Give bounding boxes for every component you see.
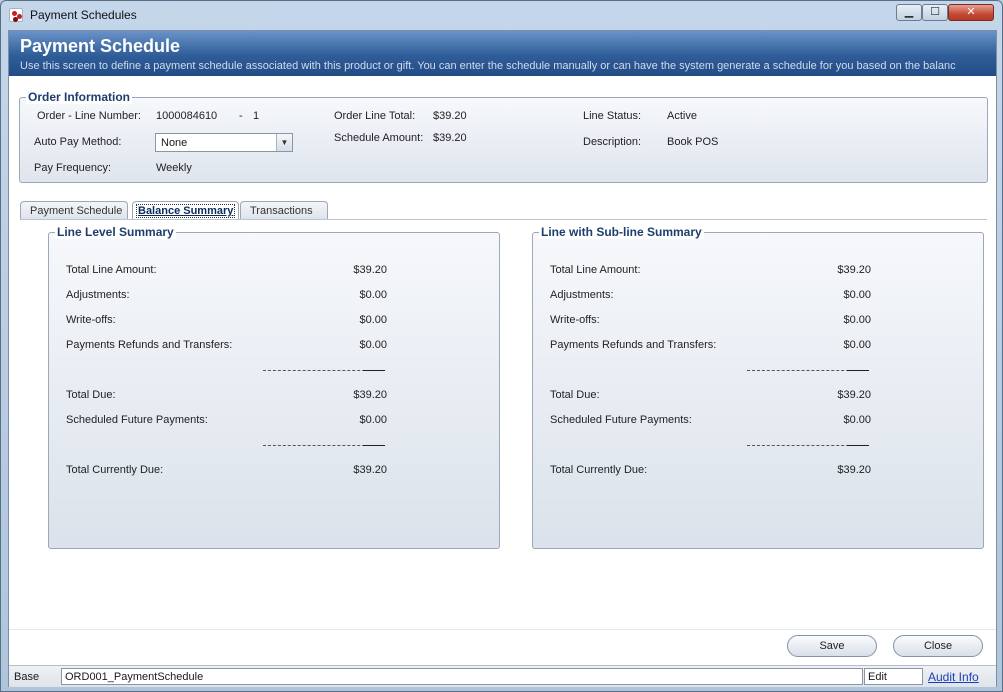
- adjustments-label: Adjustments:: [66, 289, 130, 301]
- payments-refunds-transfers-label: Payments Refunds and Transfers:: [550, 339, 717, 351]
- order-information-legend: Order Information: [26, 90, 133, 104]
- auto-pay-method-label: Auto Pay Method:: [34, 136, 122, 148]
- tab-payment-schedule[interactable]: Payment Schedule: [20, 201, 128, 220]
- pay-frequency-label: Pay Frequency:: [34, 162, 112, 174]
- page-subtitle: Use this screen to define a payment sche…: [20, 60, 956, 72]
- total-due-value: $39.20: [837, 389, 871, 401]
- write-offs-value: $0.00: [359, 314, 387, 326]
- window-title-overlay: ... 1000084 - John Smith: [129, 9, 260, 23]
- write-offs-label: Write-offs:: [66, 314, 116, 326]
- description-value: Book POS: [667, 136, 719, 148]
- line-level-summary-group: Line Level Summary Total Line Amount: $3…: [48, 225, 500, 549]
- line-number-value: 1: [253, 110, 260, 122]
- schedule-amount-value: $39.20: [433, 132, 467, 144]
- minimize-button[interactable]: ▁: [896, 4, 922, 21]
- line-level-summary-legend: Line Level Summary: [55, 225, 176, 239]
- write-offs-value: $0.00: [843, 314, 871, 326]
- total-currently-due-value: $39.20: [353, 464, 387, 476]
- adjustments-value: $0.00: [359, 289, 387, 301]
- payments-refunds-transfers-value: $0.00: [359, 339, 387, 351]
- line-status-value: Active: [667, 110, 697, 122]
- write-offs-label: Write-offs:: [550, 314, 600, 326]
- scheduled-future-payments-label: Scheduled Future Payments:: [550, 414, 692, 426]
- close-icon: ✕: [966, 6, 976, 18]
- window-title: Payment Schedules: [30, 8, 137, 22]
- title-bar[interactable]: Payment Schedules ... 1000084 - John Smi…: [1, 1, 1002, 29]
- page-title: Payment Schedule: [20, 36, 181, 56]
- maximize-button[interactable]: ☐: [922, 4, 948, 21]
- scheduled-future-payments-value: $0.00: [843, 414, 871, 426]
- total-due-value: $39.20: [353, 389, 387, 401]
- schedule-amount-label: Schedule Amount:: [334, 132, 424, 144]
- tab-label: Transactions: [250, 205, 313, 217]
- chevron-down-icon[interactable]: ▼: [276, 134, 292, 151]
- status-bar: Base ORD001_PaymentSchedule Edit Audit I…: [9, 665, 996, 687]
- total-divider: [263, 445, 385, 446]
- header-band: Payment Schedule Use this screen to defi…: [9, 31, 996, 76]
- total-line-amount-value: $39.20: [837, 264, 871, 276]
- form-id-field: ORD001_PaymentSchedule: [61, 668, 863, 685]
- pay-frequency-value: Weekly: [156, 162, 192, 174]
- total-currently-due-label: Total Currently Due:: [550, 464, 648, 476]
- auto-pay-method-select[interactable]: None ▼: [155, 133, 293, 152]
- close-window-button[interactable]: ✕: [948, 4, 994, 21]
- tab-divider: [20, 219, 987, 220]
- mode-field: Edit: [864, 668, 923, 685]
- subtotal-divider: [263, 370, 385, 371]
- subtotal-divider: [747, 370, 869, 371]
- tab-balance-summary[interactable]: Balance Summary: [132, 201, 239, 220]
- scheduled-future-payments-label: Scheduled Future Payments:: [66, 414, 208, 426]
- order-line-total-label: Order Line Total:: [334, 110, 416, 122]
- adjustments-label: Adjustments:: [550, 289, 614, 301]
- order-line-number-label: Order - Line Number:: [37, 110, 141, 122]
- sub-line-summary-group: Line with Sub-line Summary Total Line Am…: [532, 225, 984, 549]
- total-due-label: Total Due:: [550, 389, 600, 401]
- tab-label: Payment Schedule: [30, 205, 123, 217]
- auto-pay-method-value: None: [161, 137, 188, 149]
- tab-transactions[interactable]: Transactions: [240, 201, 328, 220]
- total-currently-due-label: Total Currently Due:: [66, 464, 164, 476]
- client-area: Payment Schedule Use this screen to defi…: [8, 30, 997, 687]
- status-base-label: Base: [14, 671, 40, 683]
- minimize-icon: ▁: [904, 6, 914, 18]
- tab-label: Balance Summary: [136, 204, 236, 218]
- close-button[interactable]: Close: [893, 635, 983, 657]
- footer-separator: [9, 629, 996, 630]
- scheduled-future-payments-value: $0.00: [359, 414, 387, 426]
- total-line-amount-label: Total Line Amount:: [66, 264, 157, 276]
- description-label: Description:: [583, 136, 642, 148]
- payment-schedules-window: Payment Schedules ... 1000084 - John Smi…: [0, 0, 1003, 692]
- payments-refunds-transfers-value: $0.00: [843, 339, 871, 351]
- order-information-group: Order Information Order - Line Number: 1…: [19, 90, 988, 183]
- total-line-amount-label: Total Line Amount:: [550, 264, 641, 276]
- total-line-amount-value: $39.20: [353, 264, 387, 276]
- order-line-separator: -: [239, 110, 243, 122]
- payments-refunds-transfers-label: Payments Refunds and Transfers:: [66, 339, 233, 351]
- app-icon: [9, 8, 23, 22]
- order-number-value: 1000084610: [156, 110, 218, 122]
- save-button[interactable]: Save: [787, 635, 877, 657]
- audit-info-link[interactable]: Audit Info: [928, 670, 979, 684]
- order-line-total-value: $39.20: [433, 110, 467, 122]
- total-currently-due-value: $39.20: [837, 464, 871, 476]
- line-status-label: Line Status:: [583, 110, 642, 122]
- total-due-label: Total Due:: [66, 389, 116, 401]
- adjustments-value: $0.00: [843, 289, 871, 301]
- maximize-icon: ☐: [930, 6, 940, 18]
- sub-line-summary-legend: Line with Sub-line Summary: [539, 225, 704, 239]
- total-divider: [747, 445, 869, 446]
